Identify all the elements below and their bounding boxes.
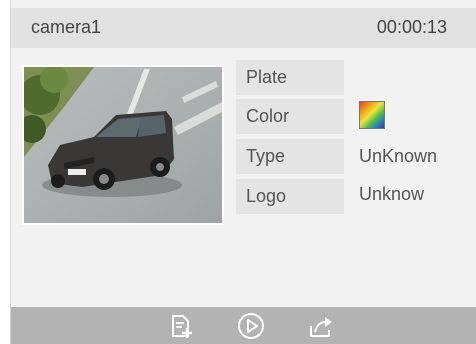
event-timestamp: 00:00:13 <box>376 17 447 37</box>
vehicle-event-card: camera1 00:00:13 Plate Color Type Logo U… <box>10 0 476 344</box>
logo-value: Unknow <box>359 184 425 204</box>
logo-label: Logo <box>236 179 344 214</box>
document-add-icon[interactable] <box>167 312 195 340</box>
vehicle-snapshot[interactable] <box>22 65 224 225</box>
color-label: Color <box>236 99 344 134</box>
card-header: camera1 00:00:13 <box>11 8 476 48</box>
camera-name: camera1 <box>31 17 102 37</box>
plate-label: Plate <box>236 60 344 95</box>
type-label: Type <box>236 139 344 174</box>
type-value: UnKnown <box>359 146 438 166</box>
vehicle-snapshot-image <box>24 67 222 223</box>
card-toolbar <box>11 307 476 344</box>
export-icon[interactable] <box>307 312 335 340</box>
play-icon[interactable] <box>237 312 265 340</box>
color-swatch-icon <box>359 101 385 129</box>
